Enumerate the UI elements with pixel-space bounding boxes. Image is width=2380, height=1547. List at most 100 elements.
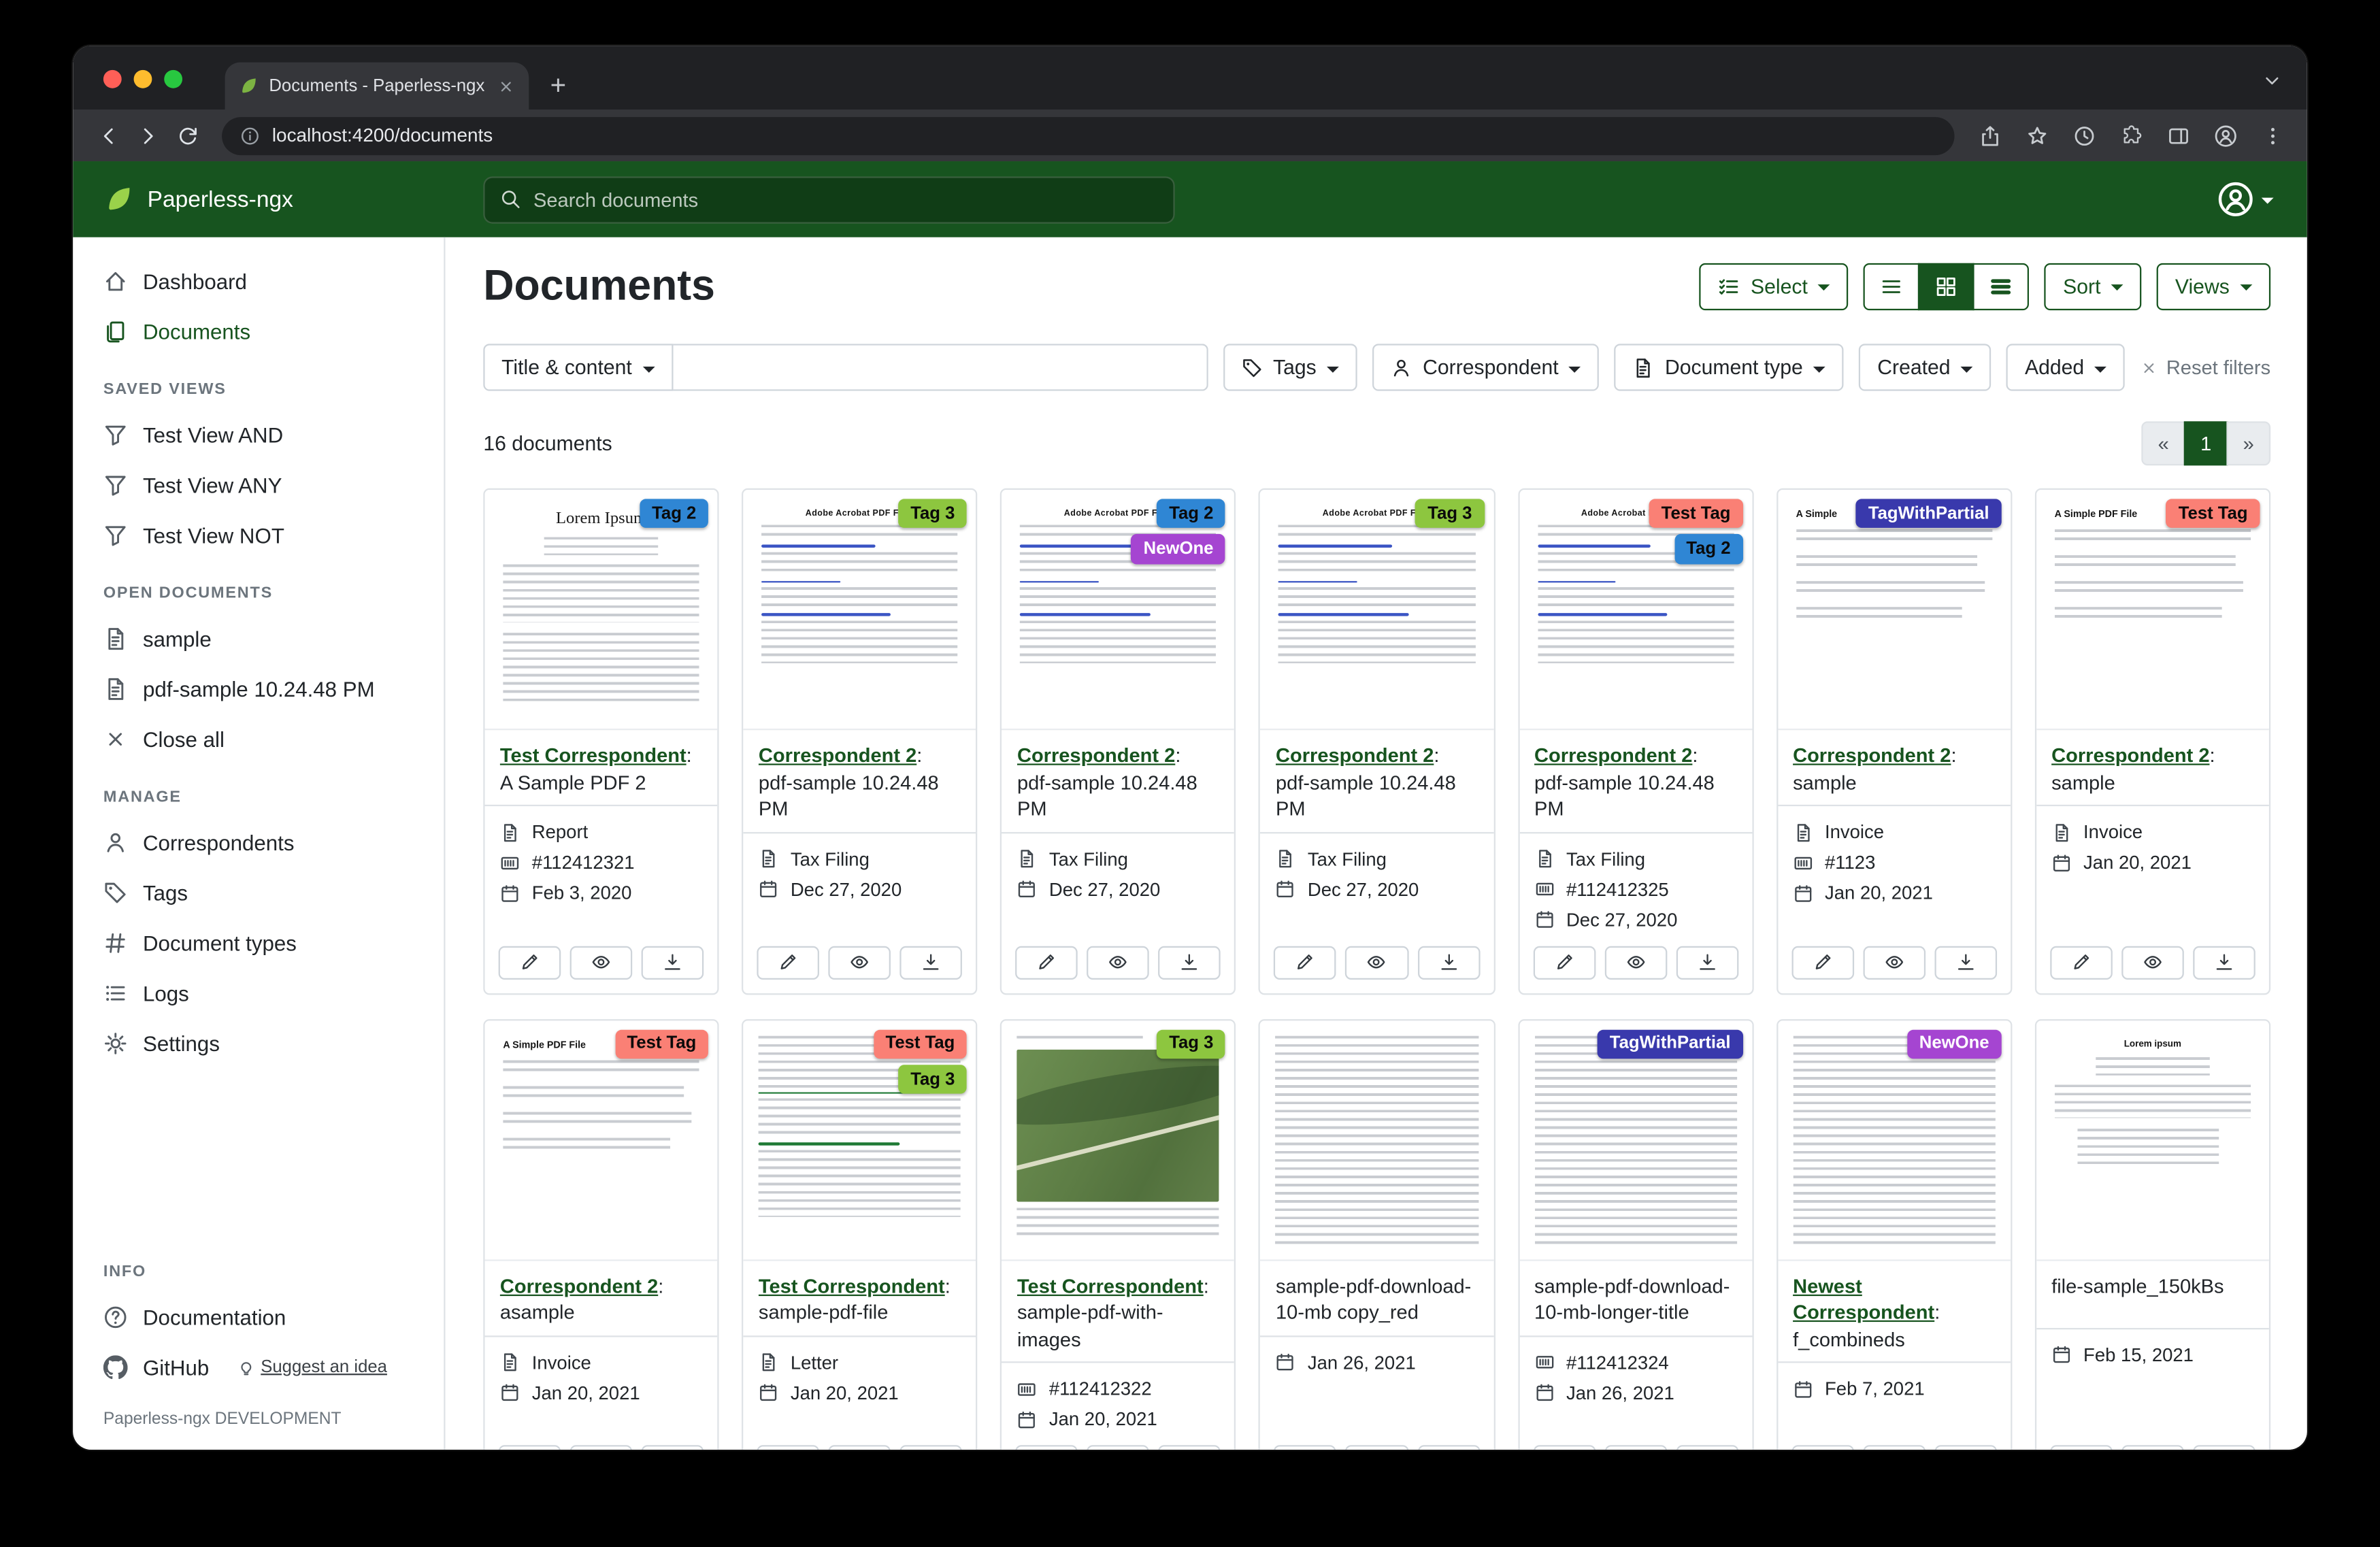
document-card[interactable]: A Simple PDF File Test Tag Correspondent… [2035,488,2271,995]
tab-search-chevron-icon[interactable] [2262,70,2283,91]
puzzle-icon[interactable] [2119,124,2143,147]
sidebar-item-correspondents[interactable]: Correspondents [73,817,444,867]
edit-button[interactable] [499,1446,561,1450]
edit-button[interactable] [1016,946,1078,979]
edit-button[interactable] [499,946,561,979]
edit-button[interactable] [1533,946,1596,979]
reload-icon[interactable] [176,124,199,147]
view-mode-detailsview-button[interactable] [1973,263,2030,310]
avatar-icon[interactable] [2213,124,2236,147]
download-button[interactable] [1417,946,1480,979]
filter-field-selector[interactable]: Title & content [483,344,673,390]
filter-document-type-button[interactable]: Document type [1615,344,1844,390]
view-button[interactable] [1604,946,1667,979]
sidebar-item-dashboard[interactable]: Dashboard [73,256,444,306]
download-button[interactable] [1159,946,1221,979]
filter-tags-button[interactable]: Tags [1223,344,1357,390]
pagination-prev[interactable]: « [2141,421,2185,465]
correspondent-link[interactable]: Newest Correspondent [1793,1274,1934,1324]
download-button[interactable] [1676,946,1738,979]
edit-button[interactable] [757,1446,820,1450]
filter-added-button[interactable]: Added [2006,344,2125,390]
edit-button[interactable] [2050,1446,2113,1450]
download-button[interactable] [642,1446,704,1450]
suggest-idea-link[interactable]: Suggest an idea [237,1358,387,1376]
sidebar-item-test-view-and[interactable]: Test View AND [73,409,444,459]
sidebar-item-documentation[interactable]: Documentation [73,1291,444,1342]
tag-badge[interactable]: Tag 2 [1157,499,1225,528]
sidebar-item-pdf-sample-10-24-48-pm[interactable]: pdf-sample 10.24.48 PM [73,663,444,714]
select-button[interactable]: Select [1699,263,1849,310]
address-bar[interactable]: localhost:4200/documents [222,116,1954,154]
document-card[interactable]: NewOne Newest Correspondent: f_combineds… [1776,1018,2013,1450]
download-button[interactable] [2193,1446,2255,1450]
sort-button[interactable]: Sort [2045,263,2141,310]
close-window-button[interactable] [103,70,122,88]
tag-badge[interactable]: TagWithPartial [1856,499,2001,528]
sidebar-item-close-all[interactable]: Close all [73,714,444,764]
tag-badge[interactable]: Tag 3 [898,1065,967,1094]
document-thumbnail[interactable]: Lorem ipsum [2036,1020,2269,1261]
document-card[interactable]: Lorem ipsum file-sample_150kBs Feb 15, 2… [2035,1018,2271,1450]
document-card[interactable]: Test TagTag 3 Test Correspondent: sample… [742,1018,978,1450]
download-button[interactable] [1676,1446,1738,1450]
document-card[interactable]: Adobe Acrobat PDF Files Test TagTag 2 Co… [1517,488,1753,995]
user-menu[interactable] [2217,181,2274,218]
pagination-next[interactable]: » [2226,421,2270,465]
sidebar-item-github[interactable]: GitHubSuggest an idea [73,1342,444,1392]
document-card[interactable]: Lorem Ipsum Tag 2 Test Correspondent: A … [483,488,719,995]
view-button[interactable] [570,946,633,979]
correspondent-link[interactable]: Test Correspondent [500,744,687,767]
correspondent-link[interactable]: Correspondent 2 [759,744,916,767]
pagination-current[interactable]: 1 [2184,421,2228,465]
edit-button[interactable] [2050,946,2113,979]
view-button[interactable] [570,1446,633,1450]
edit-button[interactable] [1791,946,1854,979]
tag-badge[interactable]: NewOne [1907,1029,2002,1059]
share-icon[interactable] [1978,124,2001,147]
view-button[interactable] [1863,946,1926,979]
forward-icon[interactable] [136,124,159,147]
edit-button[interactable] [1791,1446,1854,1450]
tag-badge[interactable]: Tag 3 [1157,1029,1225,1059]
view-mode-listview-button[interactable] [1864,263,1921,310]
site-info-icon[interactable] [240,125,260,145]
view-button[interactable] [1863,1446,1926,1450]
sidebar-item-document-types[interactable]: Document types [73,917,444,967]
view-button[interactable] [2121,946,2184,979]
star-icon[interactable] [2025,124,2048,147]
sidebar-item-logs[interactable]: Logs [73,967,444,1018]
correspondent-link[interactable]: Correspondent 2 [1276,744,1434,767]
sidebar-item-test-view-not[interactable]: Test View NOT [73,510,444,560]
download-button[interactable] [900,1446,963,1450]
panel-icon[interactable] [2166,124,2189,147]
correspondent-link[interactable]: Correspondent 2 [1534,744,1692,767]
view-button[interactable] [2121,1446,2184,1450]
document-card[interactable]: A Simple PDF File Test Tag Correspondent… [483,1018,719,1450]
document-card[interactable]: sample-pdf-download-10-mb copy_red Jan 2… [1259,1018,1495,1450]
download-button[interactable] [642,946,704,979]
view-button[interactable] [1604,1446,1667,1450]
browser-tab[interactable]: Documents - Paperless-ngx [225,63,529,110]
kebab-icon[interactable] [2261,124,2284,147]
tag-badge[interactable]: Test Tag [1649,499,1743,528]
download-button[interactable] [1417,1446,1480,1450]
document-card[interactable]: A Simple TagWithPartial Correspondent 2:… [1776,488,2013,995]
tag-badge[interactable]: Tag 3 [898,499,967,528]
tag-badge[interactable]: TagWithPartial [1598,1029,1742,1059]
correspondent-link[interactable]: Correspondent 2 [2051,744,2209,767]
sidebar-item-settings[interactable]: Settings [73,1018,444,1068]
document-card[interactable]: Adobe Acrobat PDF Files Tag 3 Correspond… [742,488,978,995]
edit-button[interactable] [757,946,820,979]
view-button[interactable] [1346,1446,1408,1450]
app-brand[interactable]: Paperless-ngx [73,184,445,215]
sidebar-item-sample[interactable]: sample [73,613,444,663]
edit-button[interactable] [1016,1446,1078,1450]
document-card[interactable]: Adobe Acrobat PDF Files Tag 3 Correspond… [1259,488,1495,995]
view-button[interactable] [1087,946,1150,979]
correspondent-link[interactable]: Correspondent 2 [1793,744,1951,767]
download-button[interactable] [1934,1446,1997,1450]
view-button[interactable] [1346,946,1408,979]
tag-badge[interactable]: Tag 2 [1674,535,1742,564]
view-button[interactable] [1087,1446,1150,1450]
